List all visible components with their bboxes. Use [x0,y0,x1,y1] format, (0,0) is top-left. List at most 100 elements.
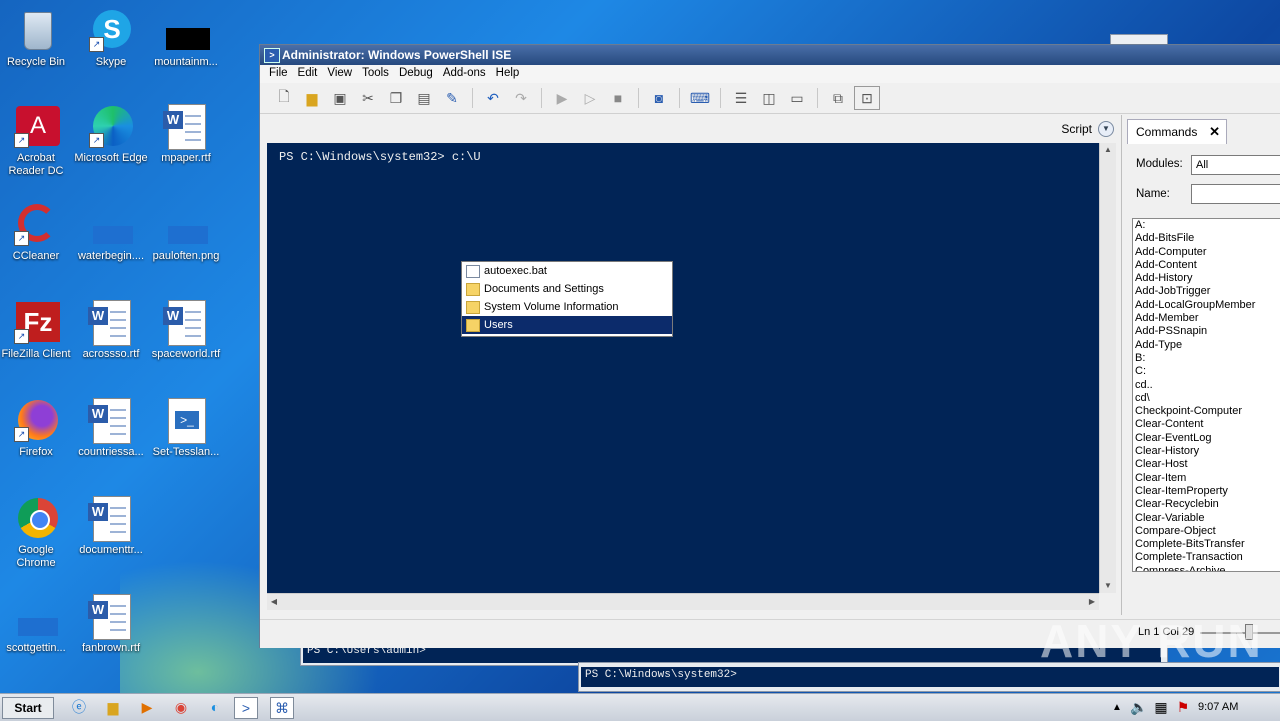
command-list-item[interactable]: Clear-Variable [1133,512,1280,525]
stop-icon[interactable]: ■ [606,87,630,109]
edge-taskbar-icon[interactable]: ◐ [204,697,226,717]
open-folder-icon[interactable]: ▆ [300,87,324,109]
command-list-item[interactable]: Add-LocalGroupMember [1133,299,1280,312]
file-explorer-icon[interactable]: ▆ [102,697,124,717]
command-list-item[interactable]: Checkpoint-Computer [1133,405,1280,418]
layout-maximized-icon[interactable]: ▭ [785,87,809,109]
desktop-icon-edge[interactable]: ↗ Microsoft Edge [73,104,149,165]
desktop-icon-pauloften[interactable]: pauloften.png [148,202,224,263]
layout-top-icon[interactable]: ☰ [729,87,753,109]
run-script-icon[interactable]: ▶ [550,87,574,109]
desktop-icon-firefox[interactable]: ↗ Firefox [0,398,74,459]
close-icon[interactable]: ✕ [1209,120,1220,144]
vertical-scrollbar[interactable]: ▲ ▼ [1099,143,1116,593]
command-list-item[interactable]: Compare-Object [1133,525,1280,538]
new-file-icon[interactable]: 🗋 [272,87,296,109]
command-list-item[interactable]: Complete-Transaction [1133,551,1280,564]
desktop-icon-fanbrown[interactable]: W fanbrown.rtf [73,594,149,655]
undo-icon[interactable]: ↶ [481,87,505,109]
scroll-right-icon[interactable]: ▶ [1085,595,1099,609]
powershell-taskbar-icon[interactable]: > [234,697,258,719]
command-list-item[interactable]: Clear-Item [1133,472,1280,485]
scroll-up-icon[interactable]: ▲ [1101,143,1115,157]
command-list-item[interactable]: Add-JobTrigger [1133,285,1280,298]
completion-item-autoexec[interactable]: autoexec.bat [462,262,672,280]
completion-item-documents-and-settings[interactable]: Documents and Settings [462,280,672,298]
commands-list[interactable]: A: Add-BitsFile Add-Computer Add-Content Add… [1132,218,1280,572]
start-button[interactable]: Start [2,697,54,719]
desktop-icon-ccleaner[interactable]: ↗ CCleaner [0,202,74,263]
name-search-input[interactable] [1191,184,1280,204]
show-command-icon[interactable]: ⧉ [826,87,850,109]
save-icon[interactable]: ▣ [328,87,352,109]
remote-powershell-icon[interactable]: ◙ [647,87,671,109]
command-list-item[interactable]: Add-PSSnapin [1133,325,1280,338]
show-hidden-icons-icon[interactable]: ▲ [1106,697,1128,717]
desktop-icon-mpaper[interactable]: W mpaper.rtf [148,104,224,165]
command-list-item[interactable]: Add-BitsFile [1133,232,1280,245]
desktop-icon-waterbegin[interactable]: waterbegin.... [73,202,149,263]
command-list-item[interactable]: Clear-ItemProperty [1133,485,1280,498]
path-completion-popup[interactable]: autoexec.bat Documents and Settings Syst… [461,261,673,337]
desktop-icon-chrome[interactable]: Google Chrome [0,496,74,570]
completion-item-system-volume-information[interactable]: System Volume Information [462,298,672,316]
scroll-left-icon[interactable]: ◀ [267,595,281,609]
desktop-icon-spaceworld[interactable]: W spaceworld.rtf [148,300,224,361]
command-list-item[interactable]: Clear-History [1133,445,1280,458]
copy-icon[interactable]: ❐ [384,87,408,109]
desktop-icon-scottgettin[interactable]: scottgettin... [0,594,74,655]
modules-dropdown[interactable]: All [1191,155,1280,175]
command-list-item[interactable]: Clear-Content [1133,418,1280,431]
desktop-icon-skype[interactable]: S ↗ Skype [73,8,149,69]
show-command-addon-icon[interactable]: ⊡ [854,86,880,110]
window-titlebar[interactable]: > Administrator: Windows PowerShell ISE [260,45,1280,65]
redo-icon[interactable]: ↷ [509,87,533,109]
flag-icon[interactable]: ⚑ [1172,697,1194,717]
chevron-down-icon[interactable]: ▼ [1098,121,1114,137]
menu-file[interactable]: File [264,65,293,83]
desktop-icon-set-tesslan[interactable]: >_ Set-Tesslan... [148,398,224,459]
horizontal-scrollbar[interactable]: ◀ ▶ [267,593,1099,610]
tab-commands[interactable]: Commands ✕ [1127,119,1227,144]
powershell-ise-window[interactable]: > Administrator: Windows PowerShell ISE … [259,44,1280,648]
menu-debug[interactable]: Debug [394,65,438,83]
console-pane[interactable]: PS C:\Windows\system32> c:\U autoexec.ba… [267,143,1099,593]
command-list-item[interactable]: Add-Member [1133,312,1280,325]
command-list-item[interactable]: C: [1133,365,1280,378]
command-list-item[interactable]: Add-Type [1133,339,1280,352]
menu-view[interactable]: View [322,65,357,83]
desktop-icon-acrobat[interactable]: A ↗ Acrobat Reader DC [0,104,74,178]
layout-right-icon[interactable]: ◫ [757,87,781,109]
volume-icon[interactable]: 🔈 [1128,697,1150,717]
command-list-item[interactable]: Complete-BitsTransfer [1133,538,1280,551]
completion-item-users[interactable]: Users [462,316,672,334]
command-list-item[interactable]: cd\ [1133,392,1280,405]
desktop-icon-mountainm[interactable]: mountainm... [148,8,224,69]
desktop-icon-countriessa[interactable]: W countriessa... [73,398,149,459]
paste-icon[interactable]: ▤ [412,87,436,109]
command-list-item[interactable]: A: [1133,219,1280,232]
command-list-item[interactable]: Compress-Archive [1133,565,1280,571]
cut-icon[interactable]: ✂ [356,87,380,109]
desktop-icon-acrossso[interactable]: W acrossso.rtf [73,300,149,361]
menu-tools[interactable]: Tools [357,65,394,83]
command-list-item[interactable]: Add-History [1133,272,1280,285]
desktop-icon-recycle-bin[interactable]: Recycle Bin [0,8,74,69]
command-list-item[interactable]: Clear-Recyclebin [1133,498,1280,511]
desktop-icon-filezilla[interactable]: Fz ↗ FileZilla Client [0,300,74,361]
command-list-item[interactable]: Clear-EventLog [1133,432,1280,445]
desktop-icon-documenttr[interactable]: W documenttr... [73,496,149,557]
command-list-item[interactable]: cd.. [1133,379,1280,392]
command-list-item[interactable]: B: [1133,352,1280,365]
scroll-down-icon[interactable]: ▼ [1101,579,1115,593]
network-icon[interactable]: ▦ [1150,697,1172,717]
clear-console-icon[interactable]: ✎ [440,87,464,109]
clock[interactable]: 9:07 AM [1198,701,1238,713]
run-selection-icon[interactable]: ▷ [578,87,602,109]
menu-edit[interactable]: Edit [293,65,323,83]
powershell-console-icon[interactable]: ⌨ [688,87,712,109]
menu-help[interactable]: Help [491,65,525,83]
command-list-item[interactable]: Add-Computer [1133,246,1280,259]
internet-explorer-icon[interactable]: ⓔ [68,697,90,717]
powershell-ise-taskbar-icon[interactable]: ⌘ [270,697,294,719]
